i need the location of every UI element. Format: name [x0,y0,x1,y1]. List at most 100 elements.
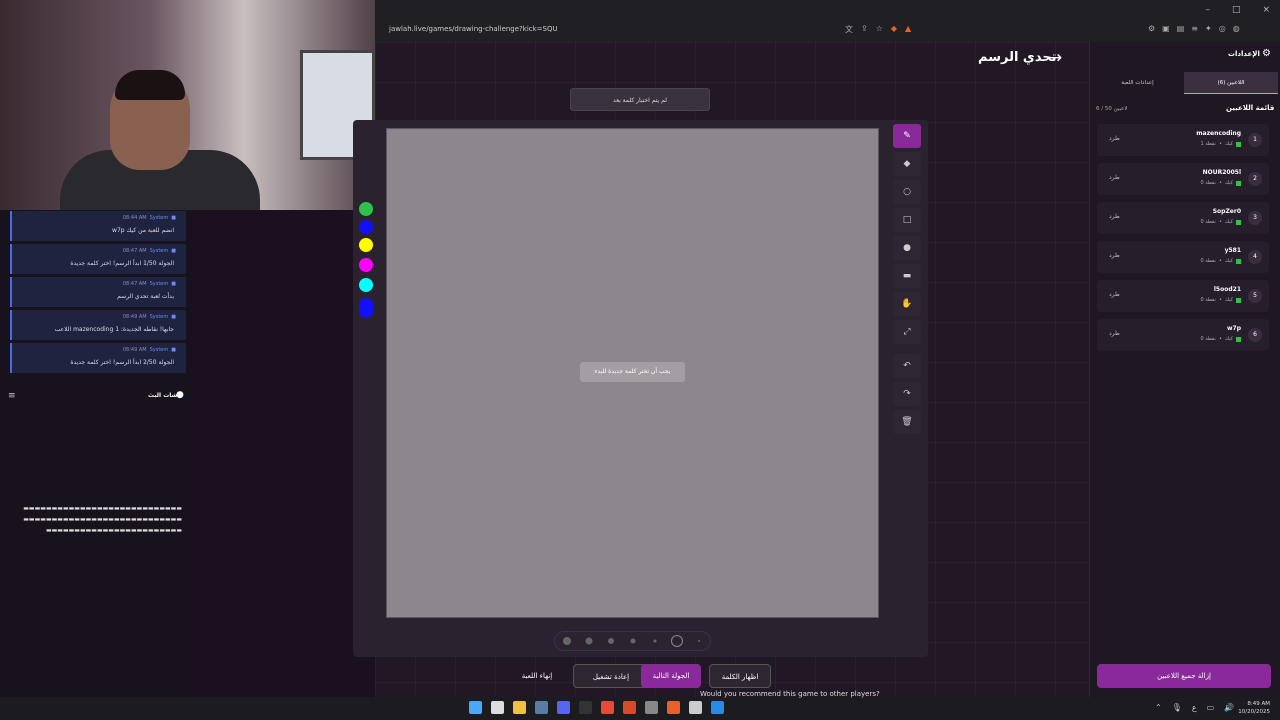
tool-bar: ✎ ◆ ○ □ ● ▬ ✋ ⤢ ↶ ↷ 🗑 [890,122,924,434]
restart-button[interactable]: إعادة تشغيل [573,664,649,688]
kick-player-button[interactable]: طرد [1109,252,1120,259]
brush-size-option[interactable] [698,640,700,642]
line-tool-icon[interactable]: ▬ [893,264,921,288]
fill-tool-icon[interactable]: ✋ [893,292,921,316]
system-icon: ■ [171,347,176,353]
screenshot-icon[interactable]: ▣ [1162,24,1170,33]
search-icon[interactable] [491,701,504,714]
kick-player-button[interactable]: طرد [1109,291,1120,298]
cursor-icon[interactable] [689,701,702,714]
kick-player-button[interactable]: طرد [1109,213,1120,220]
rewards-icon[interactable]: ▲ [905,24,911,35]
share-icon[interactable]: ⇪ [861,24,868,35]
player-source: كيك [1224,336,1233,342]
player-rank: 6 [1248,328,1262,342]
color-swatch[interactable] [359,202,373,216]
steam-icon[interactable] [535,701,548,714]
language-indicator[interactable]: ع [1192,703,1197,712]
address-bar[interactable]: jawlah.live/games/drawing-challenge?kick… [375,22,910,38]
obs-icon[interactable] [579,701,592,714]
bookmark-icon[interactable]: ☆ [876,24,883,35]
ai-icon[interactable]: ✦ [1205,24,1212,33]
brush-size-option[interactable] [630,638,636,644]
player-source: كيك [1224,258,1233,264]
clock-time: 8:49 AM [1247,701,1270,707]
kick-player-button[interactable]: طرد [1109,135,1120,142]
remove-all-players-button[interactable]: إزالة جميع اللاعبين [1097,664,1271,688]
system-icon: ■ [171,281,176,287]
extensions-bar: ⚙ ▣ ▤ ≡ ✦ ◎ ◍ [1148,24,1240,33]
eraser-tool-icon[interactable]: ◆ [893,152,921,176]
circle-tool-icon[interactable]: ○ [893,180,921,204]
word-status: لم يتم اختيار كلمة بعد [570,88,710,111]
kick-player-button[interactable]: طرد [1109,174,1120,181]
system-message-time: 08:47 AM [122,248,147,254]
translate-icon[interactable]: 文 [845,24,853,35]
browser-icon[interactable] [623,701,636,714]
vscode-icon[interactable] [711,701,724,714]
game-controls: إنهاء اللعبة إعادة تشغيل الجولة التالية … [517,664,777,688]
volume-icon[interactable]: 🔊 [1224,703,1234,712]
brush-size-option[interactable] [608,638,614,644]
pencil-tool-icon[interactable]: ✎ [893,124,921,148]
settings-tabs: إعدادات اللعبة اللاعبين (6) [1091,72,1278,94]
kick-badge-icon [1236,141,1241,147]
app-icon[interactable] [645,701,658,714]
system-message: 08:49 AM System ■ الجولة 2/50 ابدأ الرسم! ا… [10,343,186,373]
color-swatch[interactable] [359,238,373,252]
system-message-text: الجولة 1/50 ابدأ الرسم! اختر كلمة جديدة [70,260,174,267]
system-message-time: 08:44 AM [122,215,147,221]
chat-menu-icon[interactable]: ≡ [8,391,16,401]
chevron-up-icon[interactable]: ⌃ [1155,703,1162,712]
minimize-button[interactable]: – [1205,5,1210,15]
show-word-button[interactable]: اظهار الكلمة [709,664,771,688]
chrome-icon[interactable] [601,701,614,714]
brush-size-option[interactable] [653,639,657,643]
video-subtitle: Would you recommend this game to other p… [700,690,880,698]
player-points: 1 نقطة [1200,141,1216,147]
system-message-sender: System [149,314,169,320]
webcam-person-hair [115,70,185,100]
player-source: كيك [1224,297,1233,303]
system-message-time: 08:47 AM [122,281,147,287]
tab-players[interactable]: اللاعبين (6) [1184,72,1278,94]
players-count: 6 / 50 لاعبين [1096,106,1128,112]
end-game-button[interactable]: إنهاء اللعبة [517,664,557,688]
windows-start-icon[interactable] [469,701,482,714]
rectangle-tool-icon[interactable]: □ [893,208,921,232]
network-icon[interactable]: ▭ [1207,703,1215,712]
player-rank: 2 [1248,172,1262,186]
kick-player-button[interactable]: طرد [1109,330,1120,337]
trash-tool-icon[interactable]: 🗑 [893,410,921,434]
undo-tool-icon[interactable]: ↶ [893,354,921,378]
color-swatch[interactable] [359,298,373,318]
extension-icon[interactable]: ⚙ [1148,24,1155,33]
file-explorer-icon[interactable] [513,701,526,714]
clock[interactable]: 8:49 AM 10/20/2025 [1238,700,1270,716]
resize-tool-icon[interactable]: ⤢ [893,320,921,344]
discord-icon[interactable] [557,701,570,714]
shield-icon[interactable]: ◆ [891,24,897,35]
color-swatch[interactable] [359,258,373,272]
color-swatch[interactable] [359,278,373,292]
maximize-button[interactable]: □ [1232,5,1241,15]
back-arrow-icon[interactable]: → [1048,48,1062,68]
sidebar-icon[interactable]: ▤ [1177,24,1185,33]
wallet-icon[interactable]: ◍ [1233,24,1240,33]
tab-game-settings[interactable]: إعدادات اللعبة [1091,72,1184,94]
mic-icon[interactable]: 🎙 [1172,703,1182,712]
menu-icon[interactable]: ≡ [1191,24,1198,33]
brush-size-option[interactable] [563,637,571,645]
player-name: NOUR2005l [1202,169,1241,176]
brush-size-option[interactable] [671,635,683,647]
filled-circle-tool-icon[interactable]: ● [893,236,921,260]
system-message-text: بدأت لعبة تحدي الرسم [117,293,174,300]
brush-size-option[interactable] [585,637,593,645]
brave-icon[interactable] [667,701,680,714]
vpn-icon[interactable]: ◎ [1219,24,1226,33]
system-icon: ■ [171,248,176,254]
redo-tool-icon[interactable]: ↷ [893,382,921,406]
next-round-button[interactable]: الجولة التالية [641,664,701,688]
color-swatch[interactable] [359,220,373,234]
close-button[interactable]: × [1262,5,1270,15]
